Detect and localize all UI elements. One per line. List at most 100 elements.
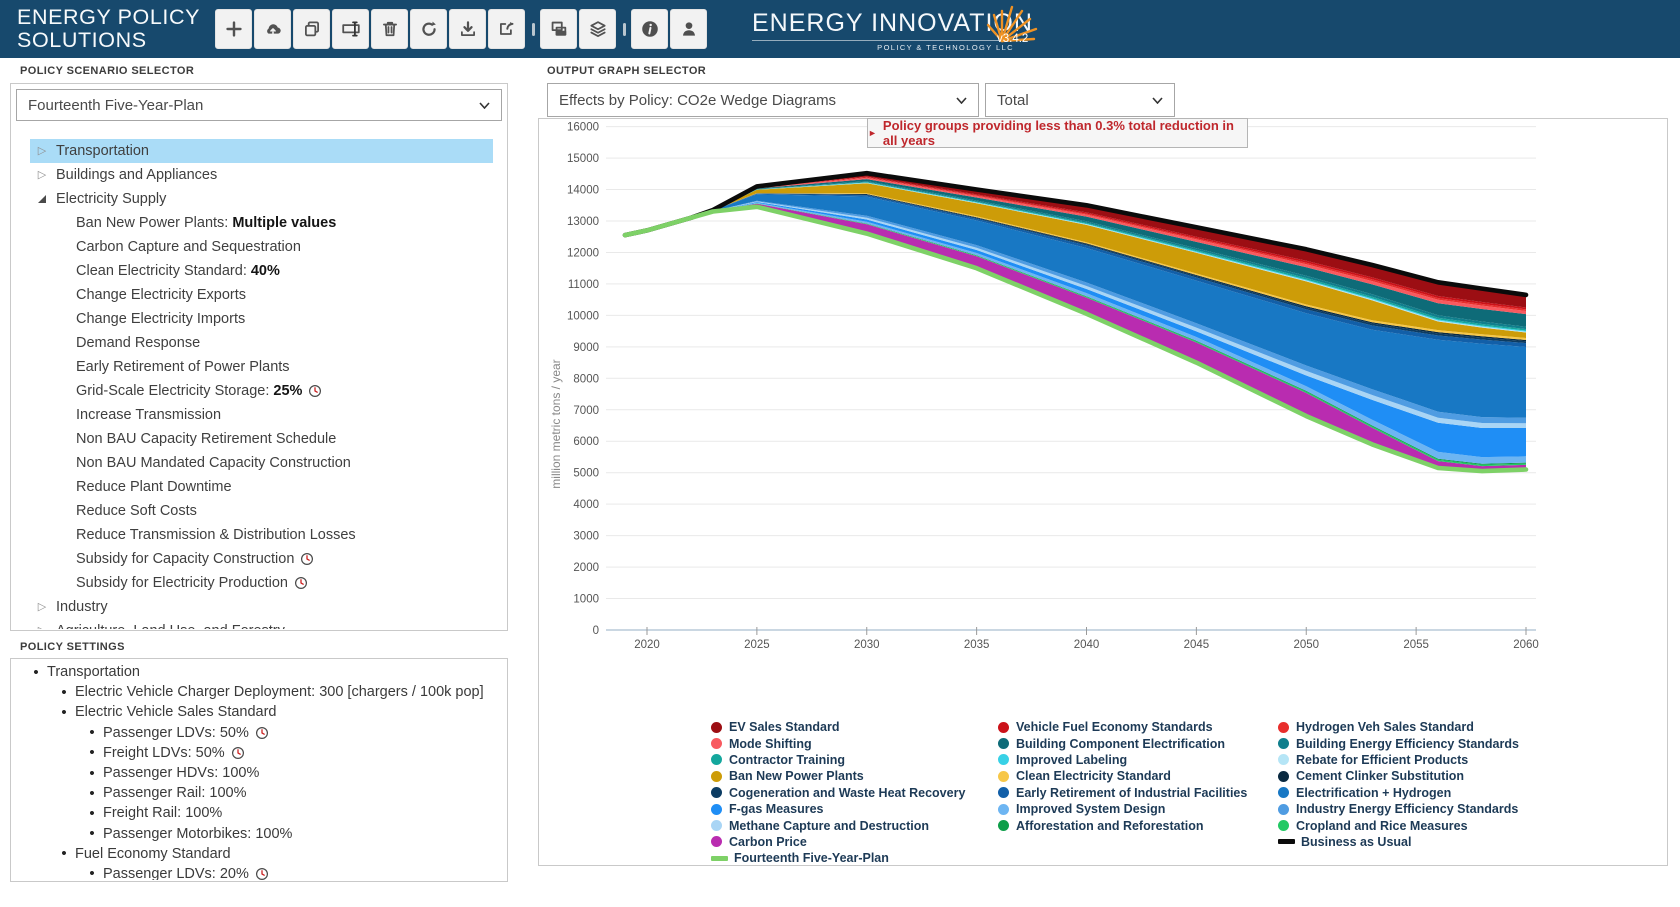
legend-item-ban-new-power-plants: Ban New Power Plants [711,768,965,784]
legend-label: Rebate for Efficient Products [1296,753,1468,767]
svg-text:8000: 8000 [573,373,599,385]
tree-item-reduce-plant-downtime[interactable]: Reduce Plant Downtime [30,475,493,499]
legend-label: Contractor Training [729,753,845,767]
chevron-down-icon [1152,97,1163,104]
toolbar-separator [532,23,535,36]
tree-item-label: Clean Electricity Standard: [76,263,247,279]
tree-item-label: Grid-Scale Electricity Storage: [76,383,269,399]
legend-label: Cement Clinker Substitution [1296,769,1464,783]
tree-item-label: Change Electricity Exports [76,287,246,303]
undo-icon [419,19,439,39]
dot-swatch [711,804,722,815]
legend-label: Mode Shifting [729,737,812,751]
setting-item-label: Electric Vehicle Charger Deployment: 300… [75,684,484,700]
tree-item-label: Demand Response [76,335,200,351]
account-button[interactable] [670,9,707,49]
chart-panel: 2020202520302035204020452050205520600100… [538,118,1668,866]
setting-item-passenger-ldvs-50: •Passenger LDVs: 50% [12,723,506,743]
tree-item-change-electricity-exports[interactable]: Change Electricity Exports [30,283,493,307]
new-scenario-button[interactable] [215,9,252,49]
policy-settings-panel: •Transportation•Electric Vehicle Charger… [10,658,508,882]
clock-icon [308,384,322,398]
dot-swatch [998,738,1009,749]
setting-item-label: Electric Vehicle Sales Standard [75,704,277,720]
tree-item-ban-new-power-plants[interactable]: Ban New Power Plants: Multiple values [30,211,493,235]
duplicate-button[interactable] [293,9,330,49]
layers-button[interactable] [579,9,616,49]
upload-button[interactable] [254,9,291,49]
info-button[interactable] [631,9,668,49]
share-icon [497,19,517,39]
tree-item-label: Reduce Transmission & Distribution Losse… [76,527,356,543]
rename-button[interactable] [332,9,369,49]
tree-item-reduce-soft-costs[interactable]: Reduce Soft Costs [30,499,493,523]
setting-item-passenger-rail-100: •Passenger Rail: 100% [12,783,506,803]
tree-item-reduce-transmission-distribution-losses[interactable]: Reduce Transmission & Distribution Losse… [30,523,493,547]
bullet-icon: • [87,785,97,802]
tree-item-non-bau-mandated-capacity-construction[interactable]: Non BAU Mandated Capacity Construction [30,451,493,475]
expand-arrow-icon[interactable]: ▷ [36,146,48,157]
collapse-arrow-icon[interactable] [36,195,48,203]
bullet-icon: • [59,684,69,701]
tree-item-electricity-supply[interactable]: Electricity Supply [30,187,493,211]
expand-arrow-icon[interactable]: ▷ [36,602,48,613]
tree-item-subsidy-for-electricity-production[interactable]: Subsidy for Electricity Production [30,571,493,595]
delete-button[interactable] [371,9,408,49]
svg-text:1000: 1000 [573,594,599,606]
expand-arrow-icon[interactable]: ▷ [36,170,48,181]
tree-item-early-retirement-of-power-plants[interactable]: Early Retirement of Power Plants [30,355,493,379]
svg-text:6000: 6000 [573,436,599,448]
legend-item-carbon-price: Carbon Price [711,834,965,850]
cloud-upload-icon [263,19,283,39]
windows-button[interactable] [540,9,577,49]
tree-item-industry[interactable]: ▷Industry [30,595,493,619]
legend-label: F-gas Measures [729,802,823,816]
output-graph-selector-title: OUTPUT GRAPH SELECTOR [547,65,706,77]
clock-icon [300,552,314,566]
undo-button[interactable] [410,9,447,49]
tree-item-transportation[interactable]: ▷Transportation [30,139,493,163]
tree-item-clean-electricity-standard[interactable]: Clean Electricity Standard: 40% [30,259,493,283]
share-button[interactable] [488,9,525,49]
scenario-select[interactable]: Fourteenth Five-Year-Plan [16,89,502,121]
svg-text:2050: 2050 [1293,639,1319,651]
tree-item-demand-response[interactable]: Demand Response [30,331,493,355]
download-button[interactable] [449,9,486,49]
legend-label: EV Sales Standard [729,720,839,734]
note-arrow-icon: ► [868,128,877,138]
dot-swatch [1278,738,1289,749]
legend-column: Hydrogen Veh Sales Standard Building Ener… [1278,719,1519,850]
setting-item-label: Passenger HDVs: 100% [103,765,259,781]
svg-text:2040: 2040 [1074,639,1100,651]
tree-item-change-electricity-imports[interactable]: Change Electricity Imports [30,307,493,331]
legend-label: Afforestation and Reforestation [1016,819,1204,833]
co2e-wedge-chart[interactable]: 2020202520302035204020452050205520600100… [539,119,1667,689]
tree-item-label: Non BAU Mandated Capacity Construction [76,455,351,471]
setting-item-passenger-motorbikes-100: •Passenger Motorbikes: 100% [12,824,506,844]
expand-arrow-icon[interactable]: ▷ [36,626,48,630]
legend-label: Early Retirement of Industrial Facilitie… [1016,786,1247,800]
clock-icon [231,746,245,760]
tree-item-subsidy-for-capacity-construction[interactable]: Subsidy for Capacity Construction [30,547,493,571]
svg-text:11000: 11000 [568,279,599,291]
tree-item-grid-scale-electricity-storage[interactable]: Grid-Scale Electricity Storage: 25% [30,379,493,403]
graph-scope-select[interactable]: Total [985,83,1175,117]
legend-label: Building Energy Efficiency Standards [1296,737,1519,751]
tree-item-increase-transmission[interactable]: Increase Transmission [30,403,493,427]
tree-item-buildings-and-appliances[interactable]: ▷Buildings and Appliances [30,163,493,187]
legend-label: Building Component Electrification [1016,737,1225,751]
graph-type-select[interactable]: Effects by Policy: CO2e Wedge Diagrams [547,83,979,117]
tree-item-carbon-capture-and-sequestration[interactable]: Carbon Capture and Sequestration [30,235,493,259]
policy-scenario-selector-title: POLICY SCENARIO SELECTOR [20,65,194,77]
svg-text:million metric tons / year: million metric tons / year [549,359,563,488]
legend-item-afforestation-and-reforestation: Afforestation and Reforestation [998,817,1247,833]
legend-item-cement-clinker-substitution: Cement Clinker Substitution [1278,768,1519,784]
legend-item-business-as-usual: Business as Usual [1278,834,1519,850]
chevron-down-icon [956,97,967,104]
legend-label: Hydrogen Veh Sales Standard [1296,720,1474,734]
svg-text:9000: 9000 [573,342,599,354]
tree-item-agriculture-land-use-and-forestry[interactable]: ▷Agriculture, Land Use, and Forestry [30,619,493,629]
tree-item-non-bau-capacity-retirement-schedule[interactable]: Non BAU Capacity Retirement Schedule [30,427,493,451]
dot-swatch [1278,787,1289,798]
svg-text:16000: 16000 [567,122,599,134]
